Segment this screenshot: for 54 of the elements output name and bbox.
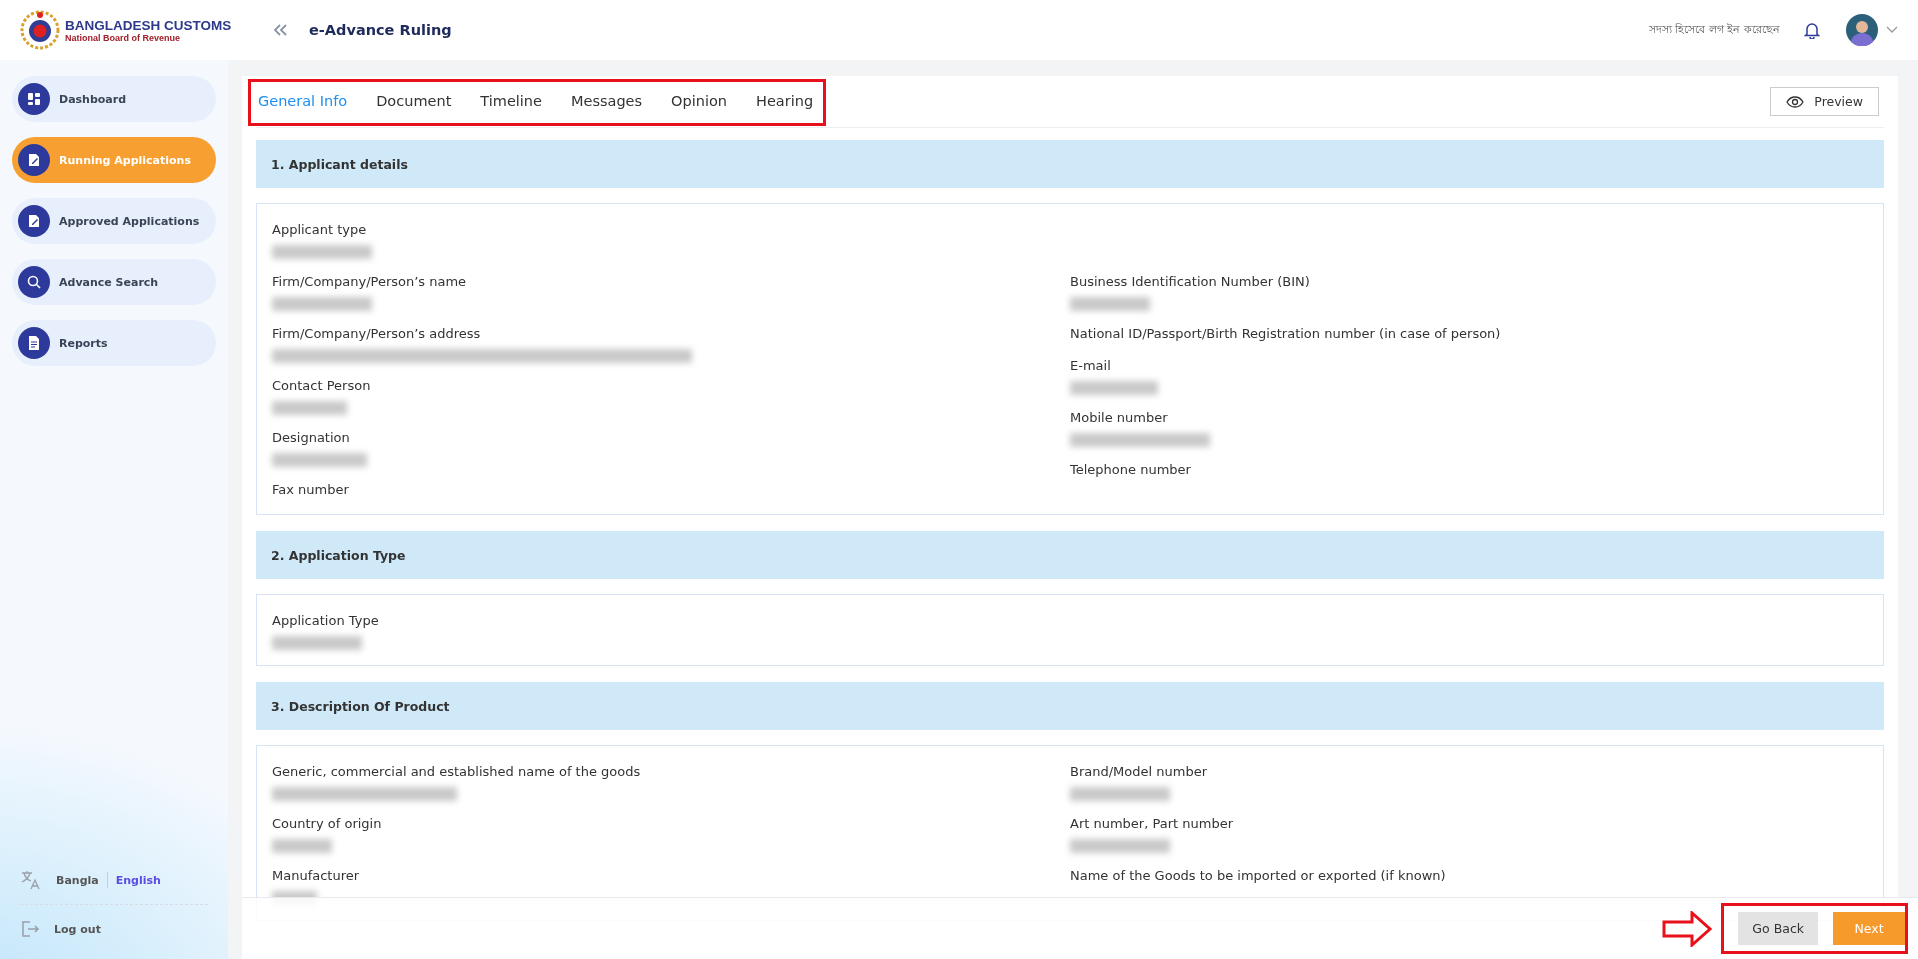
avatar-icon[interactable] xyxy=(1846,14,1878,46)
document-icon xyxy=(18,327,50,359)
field-label: Name of the Goods to be imported or exported (if known) xyxy=(1070,867,1446,885)
field-label: Mobile number xyxy=(1070,409,1168,427)
field-label: Applicant type xyxy=(272,221,367,239)
dashboard-grid-icon xyxy=(18,83,50,115)
field-label: National ID/Passport/Birth Registration number (in case of person) xyxy=(1070,325,1501,343)
tab[interactable]: Timeline xyxy=(480,77,542,126)
logo-subtitle: National Board of Revenue xyxy=(65,32,182,43)
field-label: Fax number xyxy=(272,481,349,499)
tab[interactable]: Opinion xyxy=(671,77,728,126)
page-title: e-Advance Ruling xyxy=(309,22,452,38)
field-label: Art number, Part number xyxy=(1070,815,1233,833)
field-label: Designation xyxy=(272,429,350,447)
tab[interactable]: Document xyxy=(376,77,452,126)
field-label: Telephone number xyxy=(1070,461,1191,479)
field-label: Manufacturer xyxy=(272,867,360,885)
tab[interactable]: General Info xyxy=(258,77,348,126)
customs-emblem-icon xyxy=(20,10,60,50)
field-label: Business Identification Number (BIN) xyxy=(1070,273,1310,291)
collapse-icon[interactable] xyxy=(273,24,287,36)
edit-document-icon xyxy=(18,205,50,237)
arrow-icon xyxy=(1662,910,1713,947)
eye-icon xyxy=(1786,95,1805,108)
field-label: Firm/Company/Person’s address xyxy=(272,325,481,343)
logout-link[interactable]: Log out xyxy=(54,922,101,936)
tab[interactable]: Hearing xyxy=(756,77,814,126)
sidebar-item[interactable]: Approved Applications xyxy=(12,198,216,244)
login-status: সদস্য হিসেবে লগ ইন করেছেন xyxy=(1649,21,1780,38)
language-option[interactable]: English xyxy=(115,873,161,887)
translate-icon xyxy=(20,870,42,890)
field-label: E-mail xyxy=(1070,357,1111,375)
sidebar-item[interactable]: Dashboard xyxy=(12,76,216,122)
field-label: Application Type xyxy=(272,612,379,630)
search-icon xyxy=(18,266,50,298)
tab[interactable]: Messages xyxy=(571,77,643,126)
back-button[interactable]: Go Back xyxy=(1738,912,1818,945)
section-header: 2. Application Type xyxy=(256,531,1884,579)
preview-button[interactable]: Preview xyxy=(1770,87,1879,116)
notification-bell-icon[interactable] xyxy=(1804,21,1820,39)
logout-icon[interactable] xyxy=(20,919,40,939)
sidebar-item[interactable]: Advance Search xyxy=(12,259,216,305)
field-label: Brand/Model number xyxy=(1070,763,1207,781)
language-option[interactable]: Bangla xyxy=(56,873,99,887)
section-header: 1. Applicant details xyxy=(256,140,1884,188)
edit-document-icon xyxy=(18,144,50,176)
field-label: Country of origin xyxy=(272,815,382,833)
field-label: Contact Person xyxy=(272,377,371,395)
logo-title: BANGLADESH CUSTOMS xyxy=(65,17,232,33)
section-header: 3. Description Of Product xyxy=(256,682,1884,730)
field-label: Firm/Company/Person’s name xyxy=(272,273,467,291)
chevron-down-icon[interactable] xyxy=(1886,26,1898,34)
sidebar-item[interactable]: Reports xyxy=(12,320,216,366)
field-label: Generic, commercial and established name of the goods xyxy=(272,763,641,781)
